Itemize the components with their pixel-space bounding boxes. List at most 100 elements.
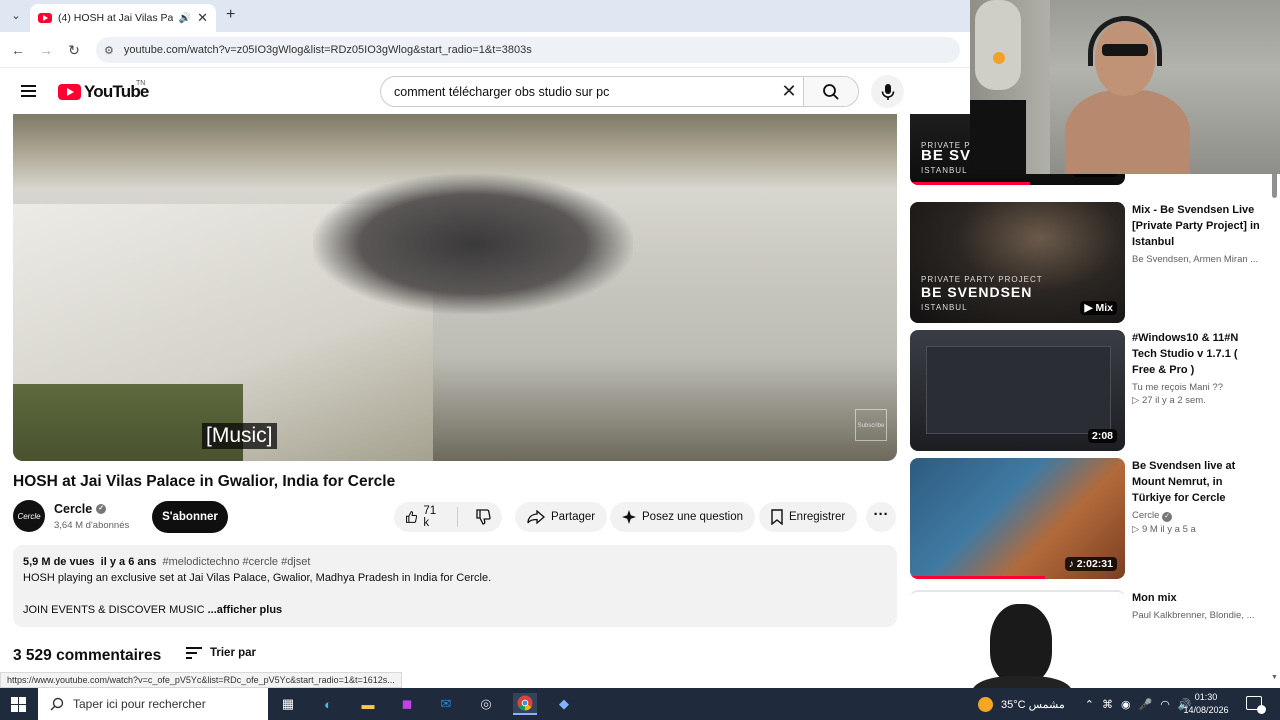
webcam-sunglasses: [1102, 44, 1148, 56]
subscribe-watermark[interactable]: Subscribe: [855, 409, 887, 441]
save-button[interactable]: Enregistrer: [759, 502, 858, 532]
network-icon[interactable]: ⌘: [1102, 698, 1113, 711]
clear-search-icon[interactable]: ✕: [775, 81, 803, 102]
weather-sun-icon[interactable]: [978, 696, 993, 712]
sort-comments-button[interactable]: Trier par: [186, 647, 256, 659]
reload-icon[interactable]: ↻: [64, 40, 84, 60]
thumb-sub-text: ISTANBUL: [921, 166, 968, 175]
youtube-header: YouTube TN comment télécharger obs studi…: [0, 68, 970, 114]
scroll-down-arrow-icon[interactable]: ▼: [1271, 674, 1278, 681]
webcam-tray-icon[interactable]: ◉: [1121, 698, 1131, 711]
mix-badge: ▶︎ Mix: [1080, 301, 1117, 315]
description-box[interactable]: 5,9 M de vues il y a 6 ans #melodictechn…: [13, 545, 897, 627]
video-info[interactable]: Mon mix Paul Kalkbrenner, Blondie, ...: [1132, 590, 1260, 621]
browser-tab-active[interactable]: (4) HOSH at Jai Vilas Palace 🔊 ✕: [30, 4, 216, 32]
related-video-channel-row: Cercle ✓: [1132, 510, 1260, 522]
close-tab-icon[interactable]: ✕: [197, 10, 208, 26]
wifi-icon[interactable]: ◠: [1160, 698, 1170, 711]
browser-tab-strip: ⌄ (4) HOSH at Jai Vilas Palace 🔊 ✕ +: [0, 0, 970, 32]
video-info[interactable]: Be Svendsen live at Mount Nemrut, in Tür…: [1132, 458, 1260, 535]
video-thumbnail[interactable]: ♪ 2:02:31: [910, 458, 1125, 579]
show-hidden-icons-icon[interactable]: ⌃: [1085, 698, 1094, 711]
show-more-link[interactable]: ...afficher plus: [208, 604, 283, 616]
microphone-tray-icon[interactable]: 🎤: [1139, 698, 1153, 711]
dislike-button[interactable]: [464, 502, 502, 532]
more-actions-icon[interactable]: ···: [866, 502, 896, 532]
notification-center-icon[interactable]: [1246, 696, 1266, 714]
channel-name-row[interactable]: Cercle ✓: [54, 502, 107, 516]
search-button[interactable]: [803, 77, 858, 106]
edge-browser-icon[interactable]: ◐: [316, 693, 340, 715]
related-video-title[interactable]: Mix - Be Svendsen Live [Private Party Pr…: [1132, 202, 1260, 250]
page-scrollbar[interactable]: ▲ ▼: [1269, 114, 1279, 688]
watch-progress-bar: [910, 576, 1045, 579]
chrome-browser-icon[interactable]: [513, 693, 537, 715]
related-video-meta-row: ▷ 9 M il y a 5 a: [1132, 524, 1196, 535]
back-arrow-icon[interactable]: ←: [8, 40, 28, 60]
share-arrow-icon: [527, 510, 545, 524]
related-video-title[interactable]: Mon mix: [1132, 590, 1260, 606]
channel-avatar[interactable]: Cercle: [13, 500, 45, 532]
hashtags[interactable]: #melodictechno #cercle #djset: [162, 556, 310, 568]
taskbar-search-box[interactable]: Taper ici pour rechercher: [38, 688, 268, 720]
forward-arrow-icon[interactable]: →: [36, 40, 56, 60]
thumb-portrait-body: [972, 676, 1072, 688]
save-label: Enregistrer: [789, 511, 846, 523]
country-code: TN: [136, 80, 146, 87]
thumbs-down-icon: [476, 509, 491, 525]
video-thumbnail[interactable]: [910, 590, 1125, 688]
video-thumbnail[interactable]: PRIVATE PARTY PROJECT BE SVENDSEN ISTANB…: [910, 202, 1125, 323]
like-button[interactable]: 71 k: [394, 502, 451, 532]
video-player[interactable]: [Music] Subscribe: [13, 114, 897, 461]
new-tab-plus-icon[interactable]: +: [226, 6, 235, 24]
file-explorer-icon[interactable]: ▬: [356, 693, 380, 715]
system-clock[interactable]: 01:30 14/08/2026: [1183, 691, 1229, 717]
address-bar[interactable]: ⚙ youtube.com/watch?v=z05IO3gWlog&list=R…: [96, 37, 960, 63]
youtube-favicon-icon: [38, 13, 52, 23]
description-line-1: HOSH playing an exclusive set at Jai Vil…: [23, 572, 492, 584]
channel-name[interactable]: Cercle: [54, 502, 92, 516]
sparkle-icon: [622, 510, 636, 524]
editor-app-icon[interactable]: ◆: [552, 693, 576, 715]
webcam-headset: [1088, 16, 1162, 66]
search-input[interactable]: comment télécharger obs studio sur pc: [381, 85, 775, 99]
chrome-logo-icon: [517, 695, 533, 711]
weather-text[interactable]: 35°C مشمس: [1001, 698, 1065, 711]
related-videos-sidebar: PRIVATE PARTY PRO BE SV ISTANBUL 1:49:53…: [905, 114, 1267, 688]
task-view-icon[interactable]: ▦: [276, 693, 300, 715]
youtube-logo[interactable]: YouTube TN: [58, 80, 149, 102]
tab-search-chevron-icon[interactable]: ⌄: [6, 6, 26, 26]
share-button[interactable]: Partager: [515, 502, 608, 532]
outlook-icon[interactable]: ✉: [434, 693, 458, 715]
ask-question-label: Posez une question: [642, 511, 744, 523]
view-count: 5,9 M de vues: [23, 556, 95, 568]
related-video-channel: Paul Kalkbrenner, Blondie, ...: [1132, 610, 1255, 621]
video-info[interactable]: Mix - Be Svendsen Live [Private Party Pr…: [1132, 202, 1260, 265]
thumb-title-text: BE SVENDSEN: [921, 284, 1033, 300]
video-thumbnail[interactable]: 2:08: [910, 330, 1125, 451]
audio-playing-icon[interactable]: 🔊: [179, 13, 191, 24]
obs-studio-icon[interactable]: ◎: [474, 693, 498, 715]
search-box[interactable]: comment télécharger obs studio sur pc ✕: [380, 76, 859, 107]
share-label: Partager: [551, 511, 596, 523]
ask-question-button[interactable]: Posez une question: [610, 502, 756, 532]
video-duration: ♪ 2:02:31: [1064, 557, 1117, 571]
description-meta: 5,9 M de vues il y a 6 ans #melodictechn…: [23, 554, 887, 570]
upload-age: il y a 6 ans: [100, 556, 157, 568]
description-line-2: JOIN EVENTS & DISCOVER MUSIC: [23, 604, 205, 616]
subscribe-button[interactable]: S'abonner: [152, 501, 228, 533]
windows-start-icon[interactable]: [11, 697, 26, 712]
windows-taskbar: Taper ici pour rechercher ▦ ◐ ▬ ◼ ✉ ◎ ◆ …: [0, 688, 1280, 720]
menu-hamburger-icon[interactable]: [21, 85, 36, 97]
video-info[interactable]: #Windows10 & 11#N Tech Studio v 1.7.1 ( …: [1132, 330, 1260, 406]
related-video-title[interactable]: #Windows10 & 11#N Tech Studio v 1.7.1 ( …: [1132, 330, 1260, 378]
status-bar-url: https://www.youtube.com/watch?v=c_ofe_pV…: [0, 672, 402, 688]
voice-search-button[interactable]: [871, 75, 904, 108]
scrollbar-thumb[interactable]: [1272, 172, 1277, 198]
video-duration: 2:08: [1087, 429, 1117, 443]
site-settings-icon[interactable]: ⚙: [104, 44, 114, 57]
store-icon[interactable]: ◼: [395, 693, 419, 715]
video-frame-crowd: [313, 174, 633, 314]
related-video-title[interactable]: Be Svendsen live at Mount Nemrut, in Tür…: [1132, 458, 1260, 506]
